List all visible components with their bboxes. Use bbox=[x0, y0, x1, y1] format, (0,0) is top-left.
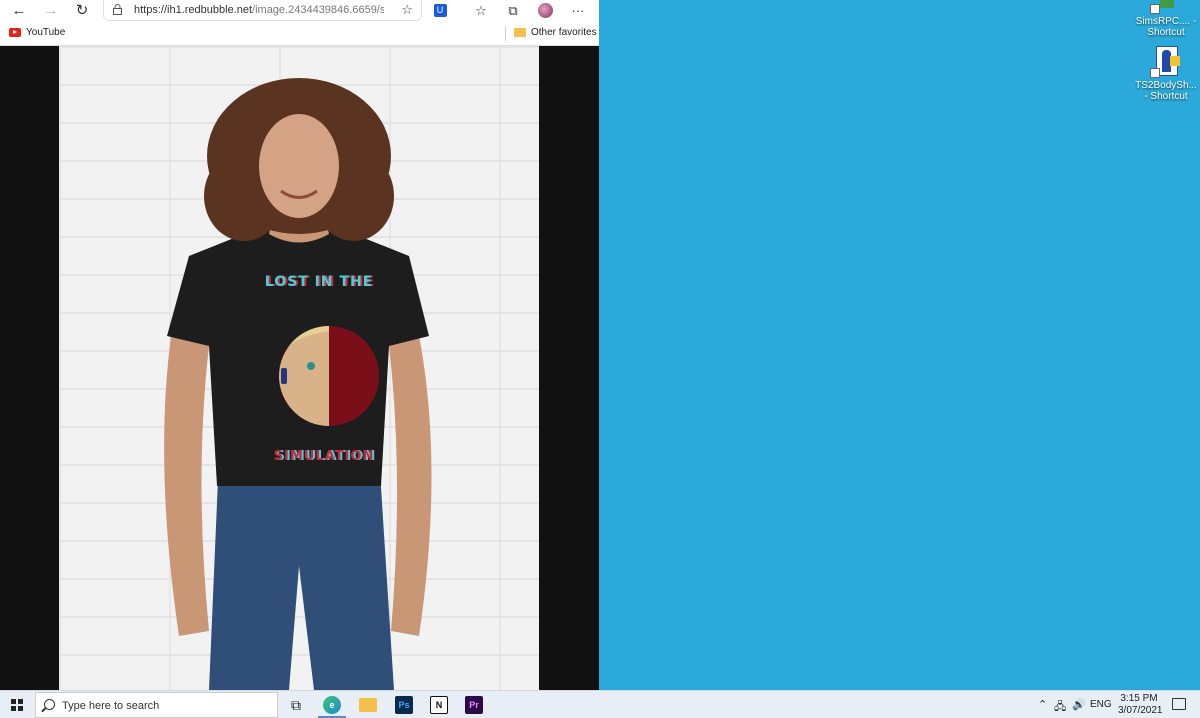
network-icon[interactable]: 🖧 bbox=[1054, 698, 1066, 717]
language-indicator[interactable]: ENG bbox=[1090, 699, 1112, 710]
notifications-icon[interactable] bbox=[1172, 698, 1186, 710]
url-text: https://ih1.redbubble.net/image.24344398… bbox=[134, 4, 384, 16]
model-illustration bbox=[164, 78, 432, 690]
taskbar-app-file-explorer[interactable] bbox=[351, 693, 385, 717]
favorites-icon[interactable]: ☆ bbox=[472, 2, 490, 20]
shirt-text-bottom: SIMULATION bbox=[273, 449, 375, 464]
add-favorite-icon[interactable]: ☆ bbox=[401, 2, 413, 18]
shortcut-icon bbox=[1150, 0, 1182, 14]
show-hidden-icons-button[interactable]: ⌃ bbox=[1038, 698, 1047, 711]
profile-avatar[interactable] bbox=[536, 2, 554, 20]
lock-icon bbox=[113, 4, 122, 15]
premiere-icon: Pr bbox=[465, 696, 483, 714]
desktop-icon-simsrpc[interactable]: SimsRPC.... - Shortcut bbox=[1135, 0, 1197, 38]
taskbar-app-photoshop[interactable]: Ps bbox=[387, 693, 421, 717]
clock-date: 3/07/2021 bbox=[1118, 705, 1163, 716]
clock[interactable]: 3:15 PM 3/07/2021 bbox=[1118, 693, 1163, 717]
clock-time: 3:15 PM bbox=[1120, 693, 1158, 704]
shortcut-arrow-icon bbox=[1150, 4, 1160, 14]
taskbar-app-edge[interactable]: e bbox=[315, 693, 349, 718]
more-menu-icon[interactable]: ··· bbox=[569, 2, 587, 20]
youtube-icon bbox=[9, 28, 21, 37]
photoshop-icon: Ps bbox=[395, 696, 413, 714]
search-icon bbox=[44, 699, 55, 710]
collections-icon[interactable]: ⧉ bbox=[504, 2, 522, 20]
desktop-icon-label: SimsRPC.... - Shortcut bbox=[1135, 16, 1197, 38]
taskbar-search[interactable]: Type here to search bbox=[35, 692, 278, 718]
bookmark-label: Other favorites bbox=[531, 27, 597, 38]
bookmark-label: YouTube bbox=[26, 27, 66, 38]
browser-window: ← → ↻ https://ih1.redbubble.net/image.24… bbox=[0, 0, 599, 690]
search-placeholder: Type here to search bbox=[62, 700, 160, 712]
shirt-text-top: LOST IN THE bbox=[264, 274, 374, 290]
taskbar-app-premiere[interactable]: Pr bbox=[457, 693, 491, 717]
edge-icon: e bbox=[323, 696, 341, 714]
back-button[interactable]: ← bbox=[10, 2, 28, 20]
bookmark-other-favorites[interactable]: Other favorites bbox=[514, 27, 597, 38]
notion-icon: N bbox=[430, 696, 448, 714]
browser-toolbar: ← → ↻ https://ih1.redbubble.net/image.24… bbox=[0, 0, 599, 22]
address-bar[interactable]: https://ih1.redbubble.net/image.24344398… bbox=[103, 0, 422, 21]
divider bbox=[505, 27, 506, 41]
windows-icon bbox=[11, 699, 23, 711]
bitwarden-extension-icon[interactable]: U bbox=[431, 2, 449, 20]
favorites-bar: YouTube Other favorites bbox=[0, 22, 599, 46]
task-view-button[interactable]: ⧉ bbox=[279, 693, 313, 717]
folder-icon bbox=[359, 698, 377, 712]
start-button[interactable] bbox=[0, 691, 34, 718]
desktop-icon-label: TS2BodySh... - Shortcut bbox=[1135, 80, 1197, 102]
bodyshop-icon bbox=[1150, 46, 1182, 78]
taskbar: Type here to search ⧉ e Ps N Pr ⌃ 🖧 🔊 EN… bbox=[0, 690, 1200, 718]
forward-button[interactable]: → bbox=[42, 2, 60, 20]
refresh-button[interactable]: ↻ bbox=[73, 2, 91, 20]
shortcut-arrow-icon bbox=[1150, 68, 1160, 78]
bookmark-youtube[interactable]: YouTube bbox=[9, 27, 65, 38]
page-viewport: LOST IN THE SIMULATION bbox=[0, 46, 599, 690]
desktop-icon-ts2bodyshop[interactable]: TS2BodySh... - Shortcut bbox=[1135, 46, 1197, 102]
folder-icon bbox=[514, 28, 526, 37]
product-photo: LOST IN THE SIMULATION bbox=[59, 46, 539, 690]
volume-icon[interactable]: 🔊 bbox=[1072, 698, 1086, 711]
taskbar-app-notion[interactable]: N bbox=[422, 693, 456, 717]
task-view-icon: ⧉ bbox=[291, 696, 301, 713]
